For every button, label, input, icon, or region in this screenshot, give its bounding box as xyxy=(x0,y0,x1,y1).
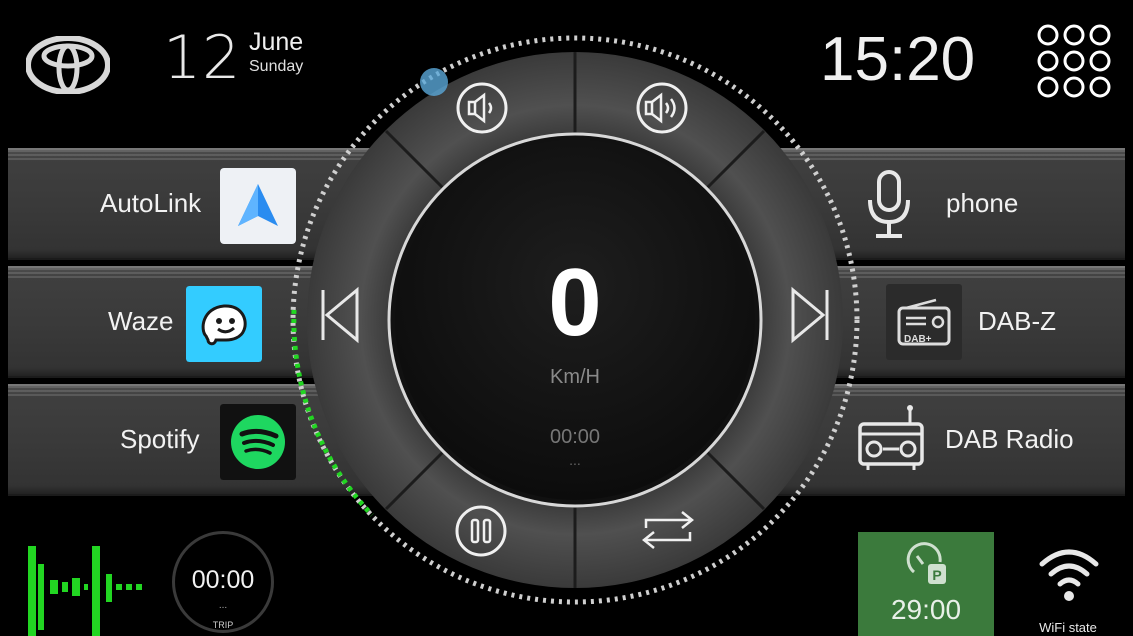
app-label-phone: phone xyxy=(946,188,1019,218)
date-month: June xyxy=(249,28,304,56)
dab-radio-icon: DAB+ xyxy=(886,284,962,360)
app-label-waze: Waze xyxy=(108,306,174,336)
wifi-label: WiFi state xyxy=(1039,620,1097,635)
trip-time: 00:00 xyxy=(191,566,255,594)
app-row-autolink[interactable]: AutoLink xyxy=(8,148,428,260)
waze-icon xyxy=(186,286,262,362)
volume-up-button[interactable] xyxy=(636,82,688,134)
wifi-status[interactable]: WiFi state xyxy=(1018,534,1118,635)
parking-timer[interactable]: P 29:00 xyxy=(858,532,994,636)
repeat-icon xyxy=(641,511,695,549)
app-label-dab-z: DAB-Z xyxy=(978,306,1056,336)
autolink-icon xyxy=(220,168,296,244)
speed-value: 0 xyxy=(548,249,602,356)
parking-meter-icon: P xyxy=(906,542,946,584)
wifi-icon xyxy=(1039,549,1099,601)
playback-dots: ... xyxy=(569,452,581,468)
trip-dots: ... xyxy=(218,600,228,611)
svg-text:P: P xyxy=(932,567,941,583)
app-row-phone[interactable]: phone xyxy=(700,148,1125,260)
trip-label: TRIP xyxy=(212,620,234,630)
app-grid-icon[interactable] xyxy=(1034,22,1114,100)
volume-down-button[interactable] xyxy=(456,82,508,134)
spotify-icon xyxy=(220,404,296,480)
date-day: 12 xyxy=(163,23,242,93)
pause-icon xyxy=(470,518,492,544)
repeat-button[interactable] xyxy=(641,511,695,549)
app-row-dab-z[interactable]: DAB+ DAB-Z xyxy=(700,266,1125,378)
playback-time: 00:00 xyxy=(549,426,601,448)
radio-icon xyxy=(858,405,924,470)
equalizer-icon[interactable] xyxy=(24,540,154,636)
app-row-spotify[interactable]: Spotify xyxy=(8,384,428,496)
app-row-dab-radio[interactable]: DAB Radio xyxy=(700,384,1125,496)
toyota-logo-icon xyxy=(26,36,110,94)
pause-button[interactable] xyxy=(455,505,507,557)
parking-time: 29:00 xyxy=(890,594,962,625)
app-label-dab-radio: DAB Radio xyxy=(945,424,1074,454)
app-row-waze[interactable]: Waze xyxy=(8,266,428,378)
clock: 15:20 xyxy=(820,25,976,94)
date-weekday: Sunday xyxy=(249,58,304,75)
dab-badge: DAB+ xyxy=(904,334,932,345)
trip-widget[interactable]: 00:00 ... TRIP xyxy=(172,531,274,633)
app-label-autolink: AutoLink xyxy=(100,188,202,218)
microphone-icon xyxy=(868,170,910,238)
volume-up-icon xyxy=(644,92,676,124)
volume-down-icon xyxy=(467,92,493,124)
speed-unit: Km/H xyxy=(550,366,600,388)
app-label-spotify: Spotify xyxy=(120,424,200,454)
